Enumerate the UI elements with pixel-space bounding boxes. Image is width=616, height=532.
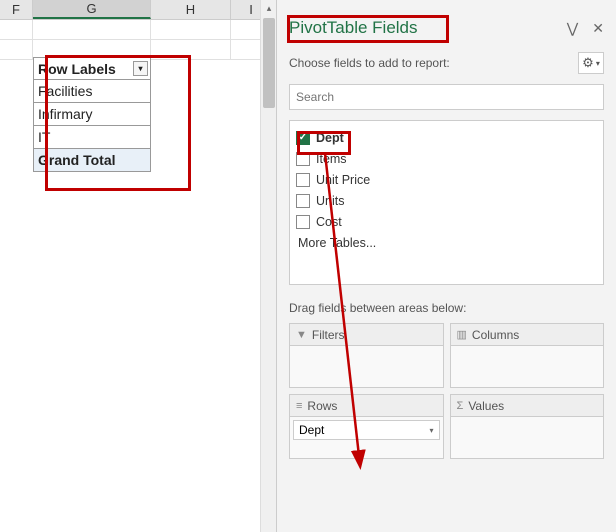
pivot-row[interactable]: IT — [33, 126, 151, 149]
area-label: Columns — [472, 328, 519, 342]
pivot-grand-total[interactable]: Grand Total — [33, 149, 151, 172]
field-item-cost[interactable]: Cost — [296, 211, 597, 232]
gear-button[interactable]: ⚙▾ — [578, 52, 604, 74]
field-label: Items — [316, 152, 347, 166]
columns-icon: ▥ — [457, 328, 467, 341]
col-header-h[interactable]: H — [151, 0, 231, 19]
fields-list: ✓ Dept Items Unit Price Units Cost More … — [289, 120, 604, 285]
pane-controls: ⋁ ✕ — [567, 20, 604, 37]
pivot-header-row-labels[interactable]: Row Labels ▾ — [33, 57, 151, 80]
pivot-row[interactable]: Facilities — [33, 80, 151, 103]
values-area[interactable]: Σ Values — [450, 394, 605, 459]
subtitle-text: Choose fields to add to report: — [289, 56, 450, 70]
area-label: Rows — [307, 399, 337, 413]
row-labels-text: Row Labels — [38, 61, 116, 77]
subtitle-row: Choose fields to add to report: ⚙▾ — [289, 52, 604, 74]
field-label: Cost — [316, 215, 342, 229]
search-input[interactable] — [289, 84, 604, 110]
scroll-thumb[interactable] — [263, 18, 275, 108]
field-label: Units — [316, 194, 344, 208]
drag-label: Drag fields between areas below: — [289, 301, 604, 315]
chevron-down-icon: ▾ — [596, 59, 600, 68]
grid-body — [0, 20, 272, 60]
pivot-table: Row Labels ▾ Facilities Infirmary IT Gra… — [33, 57, 151, 172]
field-label: Dept — [316, 131, 344, 145]
checkbox-icon[interactable]: ✓ — [296, 131, 310, 145]
field-item-dept[interactable]: ✓ Dept — [296, 127, 597, 148]
filter-icon: ▼ — [296, 329, 307, 341]
dropdown-icon[interactable]: ▾ — [133, 61, 148, 76]
more-tables-link[interactable]: More Tables... — [296, 236, 597, 250]
field-label: Unit Price — [316, 173, 370, 187]
checkbox-icon[interactable] — [296, 173, 310, 187]
pane-title: PivotTable Fields — [289, 18, 418, 38]
drop-areas: ▼ Filters ▥ Columns ≡ Rows Dept ▾ Σ Values — [289, 323, 604, 459]
filters-area[interactable]: ▼ Filters — [289, 323, 444, 388]
chevron-down-icon[interactable]: ▾ — [429, 426, 433, 435]
checkbox-icon[interactable] — [296, 215, 310, 229]
gear-icon: ⚙ — [582, 55, 594, 71]
sigma-icon: Σ — [457, 400, 464, 412]
expand-icon[interactable]: ⋁ — [567, 20, 578, 37]
area-label: Filters — [312, 328, 345, 342]
field-item-items[interactable]: Items — [296, 148, 597, 169]
area-label: Values — [468, 399, 504, 413]
checkbox-icon[interactable] — [296, 194, 310, 208]
area-item-label: Dept — [299, 423, 324, 437]
col-header-f[interactable]: F — [0, 0, 33, 19]
pane-title-row: PivotTable Fields ⋁ ✕ — [289, 18, 604, 38]
vertical-scrollbar[interactable]: ▴ — [260, 0, 276, 532]
field-item-units[interactable]: Units — [296, 190, 597, 211]
rows-area-item-dept[interactable]: Dept ▾ — [293, 420, 440, 440]
column-headers: F G H I — [0, 0, 272, 20]
rows-area[interactable]: ≡ Rows Dept ▾ — [289, 394, 444, 459]
col-header-g[interactable]: G — [33, 0, 151, 19]
pivot-row[interactable]: Infirmary — [33, 103, 151, 126]
rows-icon: ≡ — [296, 400, 302, 412]
field-item-unit-price[interactable]: Unit Price — [296, 169, 597, 190]
checkbox-icon[interactable] — [296, 152, 310, 166]
scroll-up-icon[interactable]: ▴ — [261, 0, 277, 16]
columns-area[interactable]: ▥ Columns — [450, 323, 605, 388]
pivottable-fields-pane: PivotTable Fields ⋁ ✕ Choose fields to a… — [276, 0, 616, 532]
close-icon[interactable]: ✕ — [592, 20, 604, 37]
